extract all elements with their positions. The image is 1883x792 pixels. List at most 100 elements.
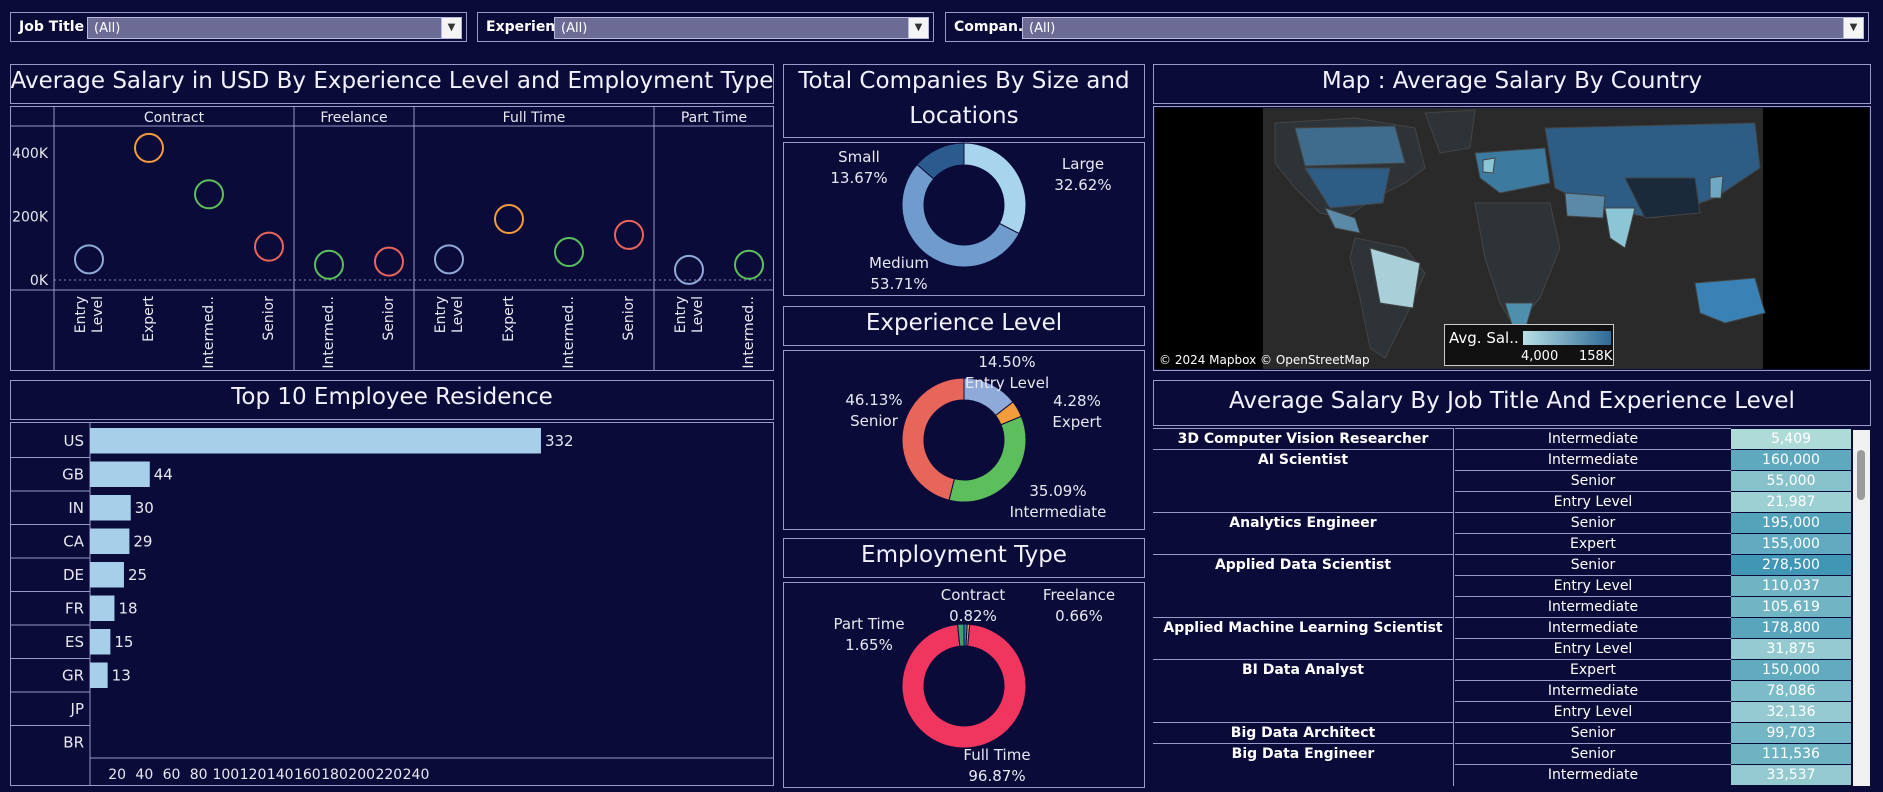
table-experience-level: Intermediate <box>1455 680 1731 701</box>
scatter-panel-header: Freelance <box>320 110 387 126</box>
experience-label-name: Senior <box>850 412 899 430</box>
bar-x-tick: 100 <box>212 767 239 783</box>
table-job-title <box>1153 575 1453 596</box>
bar-x-tick: 80 <box>190 767 208 783</box>
table-experience-level: Senior <box>1455 512 1731 533</box>
experience-slice <box>948 415 1027 503</box>
employment-label-pct: 0.66% <box>1055 607 1103 625</box>
table-experience-level: Entry Level <box>1455 491 1731 512</box>
map-legend-max: 158K <box>1579 349 1613 364</box>
bar-x-tick: 240 <box>403 767 430 783</box>
scatter-point <box>554 237 584 268</box>
table-salary-cell: 111,536 <box>1731 743 1851 764</box>
table-job-title <box>1153 680 1453 701</box>
map-legend-title: Avg. Sal.. <box>1449 329 1519 347</box>
scatter-x-tick: Level <box>90 296 106 333</box>
experience-label-name: Expert <box>1052 413 1101 431</box>
bar-category-label: GB <box>62 465 84 483</box>
companies-label-name: Small <box>838 148 880 166</box>
scatter-x-tick: Entry <box>673 296 689 333</box>
table-salary-cell: 160,000 <box>1731 449 1851 470</box>
table-experience-level: Senior <box>1455 554 1731 575</box>
table-row: Entry Level 31,875 <box>1153 638 1851 659</box>
table-salary-cell: 5,409 <box>1731 428 1851 449</box>
table-row: 3D Computer Vision Researcher Intermediat… <box>1153 428 1851 449</box>
table-row: Big Data Architect Senior 99,703 <box>1153 722 1851 743</box>
table-salary-cell: 150,000 <box>1731 659 1851 680</box>
bar-category-label: DE <box>63 566 84 584</box>
table-job-title <box>1153 764 1453 785</box>
table-job-title <box>1153 596 1453 617</box>
table-row: Entry Level 110,037 <box>1153 575 1851 596</box>
table-salary-cell: 195,000 <box>1731 512 1851 533</box>
table-job-title: Applied Machine Learning Scientist <box>1153 617 1453 638</box>
table-salary-cell: 78,086 <box>1731 680 1851 701</box>
bar-value-label: 30 <box>135 499 154 517</box>
table-experience-level: Intermediate <box>1455 449 1731 470</box>
canada-shape <box>1294 125 1406 167</box>
bar-value-label: 13 <box>112 666 131 684</box>
companies-label-pct: 32.62% <box>1054 176 1111 194</box>
world-map[interactable]: © 2024 Mapbox © OpenStreetMap Avg. Sal..… <box>1155 108 1869 369</box>
employment-label-name: Freelance <box>1043 586 1115 604</box>
table-row: BI Data Analyst Expert 150,000 <box>1153 659 1851 680</box>
scatter-panel-header: Contract <box>144 110 205 126</box>
bar-x-tick: 120 <box>240 767 267 783</box>
bar <box>90 528 130 554</box>
table-experience-level: Intermediate <box>1455 428 1731 449</box>
bar-category-label: BR <box>63 733 84 751</box>
table-column-divider <box>1453 428 1454 786</box>
table-experience-level: Entry Level <box>1455 638 1731 659</box>
scatter-point <box>194 179 224 210</box>
table-row: Expert 155,000 <box>1153 533 1851 554</box>
table-job-title <box>1153 701 1453 722</box>
table-job-title: 3D Computer Vision Researcher <box>1153 428 1453 449</box>
scatter-point <box>374 246 404 277</box>
table-salary-cell: 155,000 <box>1731 533 1851 554</box>
scatter-x-tick: Intermed.. <box>741 296 757 369</box>
table-row: Entry Level 21,987 <box>1153 491 1851 512</box>
table-experience-level: Senior <box>1455 743 1731 764</box>
scatter-point <box>734 249 764 280</box>
table-job-title: Analytics Engineer <box>1153 512 1453 533</box>
table-salary-cell: 33,537 <box>1731 764 1851 785</box>
scatter-y-tick: 0K <box>30 273 49 289</box>
bar <box>90 428 541 454</box>
table-salary-cell: 55,000 <box>1731 470 1851 491</box>
table-experience-level: Intermediate <box>1455 596 1731 617</box>
table-salary-cell: 32,136 <box>1731 701 1851 722</box>
japan-shape <box>1709 175 1724 199</box>
scrollbar-thumb[interactable] <box>1857 450 1865 500</box>
bar-x-tick: 180 <box>321 767 348 783</box>
table-experience-level: Senior <box>1455 722 1731 743</box>
scatter-point <box>314 249 344 280</box>
bar <box>90 562 124 588</box>
bar-category-label: JP <box>70 700 84 718</box>
bar-category-label: ES <box>65 633 84 651</box>
table-row: Intermediate 78,086 <box>1153 680 1851 701</box>
scatter-x-tick: Senior <box>621 296 637 341</box>
table-job-title: AI Scientist <box>1153 449 1453 470</box>
employment-label-pct: 96.87% <box>968 767 1025 785</box>
table-job-title <box>1153 638 1453 659</box>
table-row: Entry Level 32,136 <box>1153 701 1851 722</box>
experience-label-pct: 14.50% <box>978 353 1035 371</box>
scatter-point <box>134 132 164 163</box>
table-experience-level: Intermediate <box>1455 617 1731 638</box>
scatter-y-tick: 400K <box>12 146 49 162</box>
employment-label-name: Contract <box>941 586 1006 604</box>
table-salary-cell: 21,987 <box>1731 491 1851 512</box>
scatter-panel-header: Part Time <box>681 110 747 126</box>
table-scrollbar[interactable] <box>1853 430 1870 786</box>
scatter-x-tick: Senior <box>381 296 397 341</box>
table-job-title: Big Data Engineer <box>1153 743 1453 764</box>
scatter-x-tick: Senior <box>261 296 277 341</box>
bar-x-tick: 160 <box>294 767 321 783</box>
bar-value-label: 15 <box>114 633 133 651</box>
scatter-y-tick: 200K <box>12 210 49 226</box>
table-row: AI Scientist Intermediate 160,000 <box>1153 449 1851 470</box>
scatter-point <box>494 204 524 235</box>
table-job-title: Big Data Architect <box>1153 722 1453 743</box>
bar-category-label: US <box>63 432 84 450</box>
companies-label-name: Large <box>1062 155 1104 173</box>
